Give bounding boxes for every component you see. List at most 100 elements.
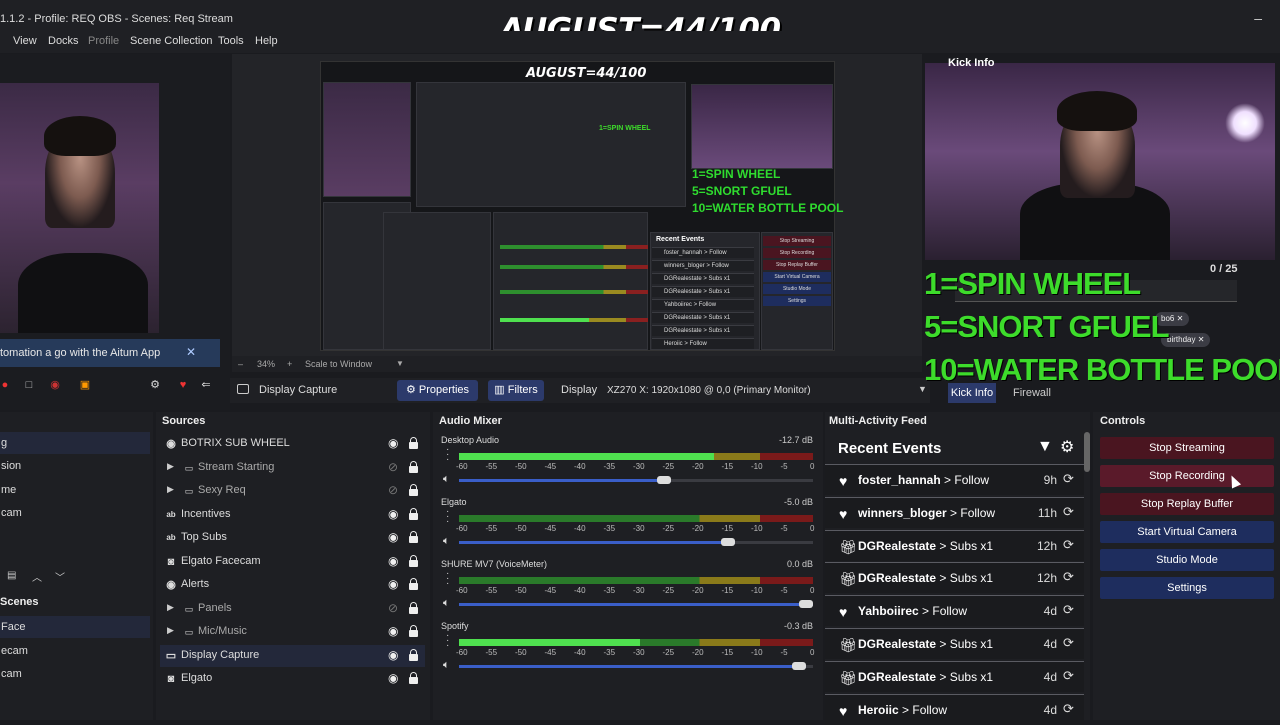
chevron-down-icon[interactable]: ▼ bbox=[396, 359, 404, 368]
eye-icon[interactable]: ◉ bbox=[388, 530, 398, 544]
lock-icon[interactable] bbox=[409, 460, 418, 473]
replay-icon[interactable]: ⟳ bbox=[1063, 471, 1074, 487]
replay-icon[interactable]: ⟳ bbox=[1063, 504, 1074, 520]
filters-button[interactable]: ▥ Filters bbox=[488, 380, 544, 401]
red-dot-icon[interactable]: ● bbox=[0, 378, 12, 392]
properties-button[interactable]: ⚙ Properties bbox=[397, 380, 478, 401]
tab-kick-info[interactable]: Kick Info bbox=[948, 383, 996, 403]
lock-icon[interactable] bbox=[409, 601, 418, 614]
display-select[interactable]: XZ270 X: 1920x1080 @ 0,0 (Primary Monito… bbox=[601, 380, 929, 401]
event-row[interactable]: 🎁︎ DGRealestate > Subs x1 12h ⟳ bbox=[825, 529, 1084, 561]
lock-icon[interactable] bbox=[409, 648, 418, 661]
more-options-icon[interactable]: · · · bbox=[446, 569, 449, 589]
source-row[interactable]: ab Top Subs ◉ bbox=[160, 527, 425, 549]
event-row[interactable]: ♥ foster_hannah > Follow 9h ⟳ bbox=[825, 464, 1084, 495]
stop-streaming-button[interactable]: Stop Streaming bbox=[1100, 437, 1274, 459]
speaker-icon[interactable]: 🔈︎ bbox=[443, 473, 450, 486]
heart-icon[interactable]: ♥ bbox=[176, 378, 190, 392]
close-icon[interactable]: ✕ bbox=[1198, 335, 1205, 344]
eye-icon[interactable]: ◉ bbox=[388, 624, 398, 638]
speaker-icon[interactable]: 🔈︎ bbox=[443, 597, 450, 610]
source-row[interactable]: ▶ ▭ Mic/Music ◉ bbox=[160, 621, 425, 643]
event-row[interactable]: 🎁︎ DGRealestate > Subs x1 4d ⟳ bbox=[825, 628, 1084, 659]
scale-select[interactable]: Scale to Window bbox=[305, 359, 372, 369]
eye-icon[interactable]: ◉ bbox=[388, 554, 398, 568]
filter-icon[interactable]: ▼ bbox=[1037, 438, 1053, 456]
eye-icon[interactable]: ◉ bbox=[388, 577, 398, 591]
lock-icon[interactable] bbox=[409, 484, 418, 496]
lock-icon[interactable] bbox=[409, 437, 418, 449]
volume-slider[interactable] bbox=[459, 476, 813, 484]
scene-item[interactable]: ecam bbox=[0, 640, 150, 662]
replay-icon[interactable]: ⟳ bbox=[1063, 537, 1074, 553]
replay-icon[interactable]: ⟳ bbox=[1063, 668, 1074, 684]
volume-knob[interactable] bbox=[721, 538, 736, 546]
more-options-icon[interactable]: · · · bbox=[446, 507, 449, 527]
menu-view[interactable]: View bbox=[13, 35, 37, 47]
speaker-icon[interactable]: 🔈︎ bbox=[443, 659, 450, 672]
chevron-right-icon[interactable]: ▶ bbox=[167, 484, 174, 495]
volume-slider[interactable] bbox=[459, 662, 813, 670]
stop-replay-buffer-button[interactable]: Stop Replay Buffer bbox=[1100, 493, 1274, 515]
event-row[interactable]: 🎁︎ DGRealestate > Subs x1 12h ⟳ bbox=[825, 562, 1084, 594]
record-icon[interactable]: ◉ bbox=[48, 378, 62, 392]
scene-item[interactable]: cam bbox=[0, 502, 150, 524]
source-row[interactable]: ◉ BOTRIX SUB WHEEL ◉ bbox=[160, 433, 425, 455]
volume-knob[interactable] bbox=[657, 476, 672, 484]
menu-scene-collection[interactable]: Scene Collection bbox=[130, 35, 213, 47]
start-virtual-camera-button[interactable]: Start Virtual Camera bbox=[1100, 521, 1274, 543]
tab-firewall[interactable]: Firewall bbox=[1013, 387, 1051, 399]
source-row[interactable]: ▶ ▭ Sexy Req ⊘ bbox=[160, 480, 425, 502]
menu-docks[interactable]: Docks bbox=[48, 35, 79, 47]
source-row[interactable]: ▶ ▭ Panels ⊘ bbox=[160, 598, 425, 620]
scene-item[interactable]: g bbox=[0, 432, 150, 454]
eye-slash-icon[interactable]: ⊘ bbox=[388, 483, 398, 497]
chevron-right-icon[interactable]: ▶ bbox=[167, 461, 174, 472]
menu-tools[interactable]: Tools bbox=[218, 35, 244, 47]
replay-icon[interactable]: ⟳ bbox=[1063, 569, 1074, 585]
source-row[interactable]: ab Incentives ◉ bbox=[160, 504, 425, 526]
scene-item[interactable]: cam bbox=[0, 663, 150, 685]
chevron-right-icon[interactable]: ▶ bbox=[167, 602, 174, 613]
close-icon[interactable]: ✕ bbox=[1177, 314, 1184, 323]
eye-icon[interactable]: ◉ bbox=[388, 648, 398, 662]
eye-slash-icon[interactable]: ⊘ bbox=[388, 601, 398, 615]
lock-icon[interactable] bbox=[409, 507, 418, 520]
lock-icon[interactable] bbox=[409, 531, 418, 543]
studio-mode-button[interactable]: Studio Mode bbox=[1100, 549, 1274, 571]
square-icon[interactable]: □ bbox=[22, 378, 36, 392]
share-icon[interactable]: ⇐ bbox=[199, 378, 213, 392]
scene-item[interactable]: me bbox=[0, 479, 150, 501]
scene-item[interactable]: sion bbox=[0, 455, 150, 477]
feed-scrollbar[interactable] bbox=[1084, 432, 1090, 472]
event-row[interactable]: 🎁︎ DGRealestate > Subs x1 4d ⟳ bbox=[825, 660, 1084, 692]
source-row[interactable]: ▭ Display Capture ◉ bbox=[160, 644, 425, 667]
minimize-button[interactable]: – bbox=[1254, 10, 1262, 26]
replay-icon[interactable]: ⟳ bbox=[1063, 635, 1074, 651]
zoom-in-button[interactable]: + bbox=[287, 359, 292, 369]
eye-slash-icon[interactable]: ⊘ bbox=[388, 460, 398, 474]
volume-knob[interactable] bbox=[791, 662, 806, 670]
eye-icon[interactable]: ◉ bbox=[388, 507, 398, 521]
lock-icon[interactable] bbox=[409, 578, 418, 590]
replay-icon[interactable]: ▣ bbox=[78, 378, 92, 392]
source-row[interactable]: ◙ Elgato Facecam ◉ bbox=[160, 551, 425, 573]
speaker-icon[interactable]: 🔈︎ bbox=[443, 535, 450, 548]
eye-icon[interactable]: ◉ bbox=[388, 436, 398, 450]
volume-knob[interactable] bbox=[799, 600, 813, 608]
gear-icon[interactable]: ⚙ bbox=[148, 378, 162, 392]
source-row[interactable]: ◙ Elgato ◉ bbox=[160, 668, 425, 690]
zoom-out-button[interactable]: – bbox=[238, 359, 243, 369]
lock-icon[interactable] bbox=[409, 672, 418, 684]
more-options-icon[interactable]: · · · bbox=[446, 631, 449, 651]
settings-button[interactable]: Settings bbox=[1100, 577, 1274, 599]
list-icon[interactable]: ▤ bbox=[7, 570, 16, 581]
chevron-right-icon[interactable]: ▶ bbox=[167, 625, 174, 636]
source-row[interactable]: ◉ Alerts ◉ bbox=[160, 574, 425, 596]
chevron-down-icon[interactable]: ﹀ bbox=[55, 569, 65, 584]
menu-help[interactable]: Help bbox=[255, 35, 278, 47]
chevron-up-icon[interactable]: ︿ bbox=[32, 569, 42, 584]
replay-icon[interactable]: ⟳ bbox=[1063, 701, 1074, 717]
menu-profile[interactable]: Profile bbox=[88, 35, 119, 47]
close-icon[interactable]: ✕ bbox=[186, 345, 196, 359]
